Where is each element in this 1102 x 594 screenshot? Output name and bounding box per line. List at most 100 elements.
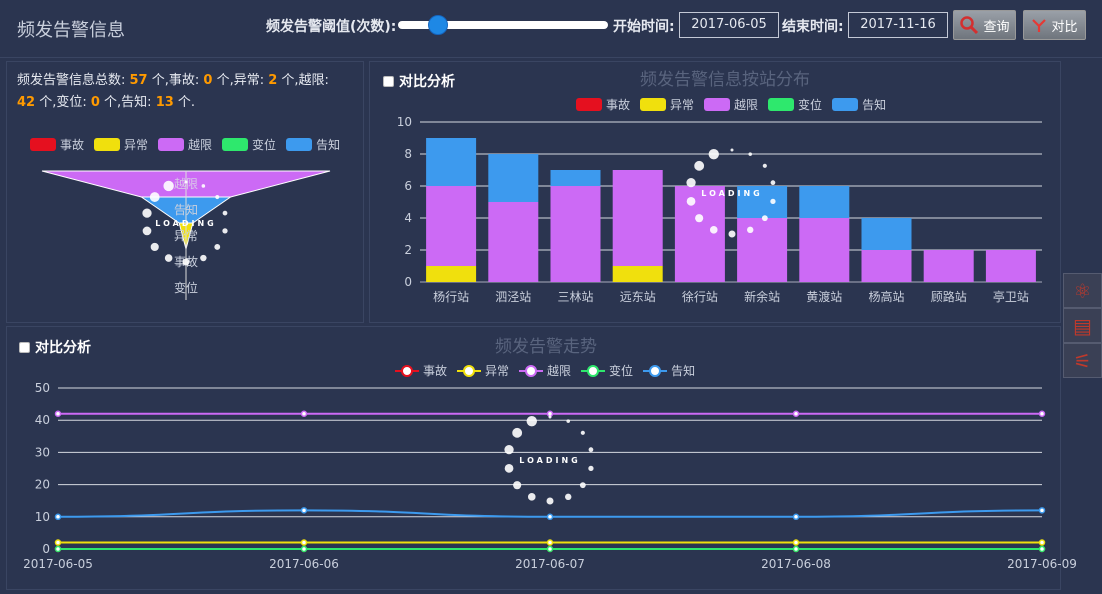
legend-label: 异常 (124, 138, 149, 152)
bar-chart-title: 频发告警信息按站分布 (640, 70, 810, 90)
slider-thumb[interactable] (428, 15, 449, 35)
x-tick-label: 远东站 (620, 290, 656, 304)
atom-icon[interactable]: ⚛ (1063, 273, 1102, 308)
legend-item[interactable]: 变位 (581, 362, 633, 379)
bar-segment[interactable] (550, 186, 601, 282)
chart-icon[interactable]: ⚟ (1063, 343, 1102, 378)
data-point[interactable] (792, 539, 800, 546)
x-tick-label: 2017-06-06 (269, 557, 339, 571)
legend-item[interactable]: 事故 (395, 362, 447, 379)
summary-notice-label: 个,告知: (99, 95, 156, 110)
x-tick-label: 黄渡站 (806, 289, 842, 304)
data-point[interactable] (54, 539, 62, 546)
legend-swatch (222, 138, 249, 151)
start-time-label: 开始时间: (613, 19, 675, 35)
data-point[interactable] (54, 513, 62, 521)
bar-segment[interactable] (861, 218, 912, 250)
y-tick-label: 6 (404, 179, 412, 193)
funnel-legend: 事故 异常 越限 变位 告知 (30, 136, 340, 153)
legend-marker (457, 364, 482, 377)
data-point[interactable] (792, 545, 800, 553)
loading-spinner: LOADING (504, 415, 594, 505)
bar-segment[interactable] (674, 186, 725, 282)
legend-item[interactable]: 告知 (643, 362, 695, 379)
checkbox-box[interactable] (19, 341, 30, 353)
y-tick-label: 10 (35, 510, 50, 524)
line-compare-checkbox[interactable]: 对比分析 (19, 337, 91, 357)
summary-overlimit-label: 个,越限: (277, 73, 329, 88)
data-point[interactable] (300, 507, 308, 514)
legend-swatch (158, 138, 185, 151)
summary-end: 个. (173, 95, 196, 110)
data-point[interactable] (546, 545, 554, 553)
legend-item[interactable]: 越限 (158, 136, 212, 153)
summary-overlimit-count: 42 (17, 95, 36, 110)
data-point[interactable] (300, 410, 308, 418)
bar-segment[interactable] (799, 186, 850, 218)
line-chart-title: 频发告警走势 (495, 337, 597, 357)
loading-text: LOADING (701, 189, 762, 198)
legend-label: 告知 (671, 364, 696, 378)
bar-segment[interactable] (861, 250, 912, 282)
bar-segment[interactable] (488, 202, 539, 282)
x-tick-label: 2017-06-07 (515, 557, 585, 571)
bar-segment[interactable] (426, 186, 477, 266)
y-tick-label: 0 (42, 542, 50, 556)
y-tick-label: 4 (404, 211, 412, 225)
bar-segment[interactable] (550, 170, 601, 186)
bar-segment[interactable] (799, 218, 850, 282)
legend-label: 异常 (485, 364, 510, 378)
legend-item[interactable]: 越限 (519, 362, 571, 379)
legend-item[interactable]: 异常 (457, 362, 509, 379)
bar-compare-checkbox[interactable]: 对比分析 (383, 71, 455, 91)
data-point[interactable] (546, 539, 554, 546)
end-date-input[interactable]: 2017-11-16 (848, 12, 948, 38)
x-tick-label: 2017-06-08 (761, 557, 831, 571)
summary-total-count: 57 (129, 73, 148, 88)
legend-item[interactable]: 告知 (286, 136, 340, 153)
data-point[interactable] (792, 513, 800, 521)
legend-item[interactable]: 事故 (30, 136, 84, 153)
line-chart: 0 10 20 30 40 50 2017-06-05 2017-06-06 2017-06-0… (23, 381, 1077, 571)
layers-icon[interactable]: ▤ (1063, 308, 1102, 343)
bar-segment[interactable] (923, 250, 974, 282)
data-point[interactable] (54, 545, 62, 553)
summary-notice-count: 13 (155, 95, 174, 110)
data-point[interactable] (300, 545, 308, 553)
data-point[interactable] (1038, 539, 1046, 546)
bar-segment[interactable] (488, 154, 539, 202)
legend-item[interactable]: 异常 (94, 136, 148, 153)
compare-button[interactable]: 对比 (1023, 10, 1086, 40)
data-point[interactable] (1038, 545, 1046, 553)
bar-segment[interactable] (612, 170, 663, 266)
x-tick-label: 三林站 (557, 290, 593, 304)
data-point[interactable] (1038, 507, 1046, 514)
data-point[interactable] (300, 539, 308, 546)
checkbox-box[interactable] (383, 75, 394, 87)
x-tick-label: 杨高站 (868, 289, 904, 304)
legend-label: 越限 (547, 364, 572, 378)
y-tick-label: 40 (35, 413, 50, 427)
data-point[interactable] (54, 410, 62, 418)
data-point[interactable] (546, 513, 554, 521)
query-button[interactable]: 查询 (953, 10, 1016, 40)
data-point[interactable] (792, 410, 800, 418)
y-tick-label: 50 (35, 381, 50, 395)
summary-total-label: 频发告警信息总数: (17, 73, 130, 88)
legend-item[interactable]: 变位 (222, 136, 276, 153)
bar-segment[interactable] (985, 250, 1036, 282)
x-tick-label: 2017-06-09 (1007, 557, 1077, 571)
bar-segment[interactable] (612, 266, 663, 282)
bar-segment[interactable] (737, 218, 788, 282)
threshold-slider[interactable] (398, 15, 608, 35)
start-date-input[interactable]: 2017-06-05 (679, 12, 779, 38)
query-button-label: 查询 (983, 19, 1010, 35)
legend-swatch (286, 138, 313, 151)
legend-label: 变位 (609, 364, 634, 378)
data-point[interactable] (1038, 410, 1046, 418)
search-icon (960, 16, 979, 35)
summary-abnormal-label: 个,异常: (212, 73, 269, 88)
y-tick-label: 0 (404, 275, 412, 289)
bar-segment[interactable] (426, 266, 477, 282)
bar-segment[interactable] (426, 138, 477, 186)
